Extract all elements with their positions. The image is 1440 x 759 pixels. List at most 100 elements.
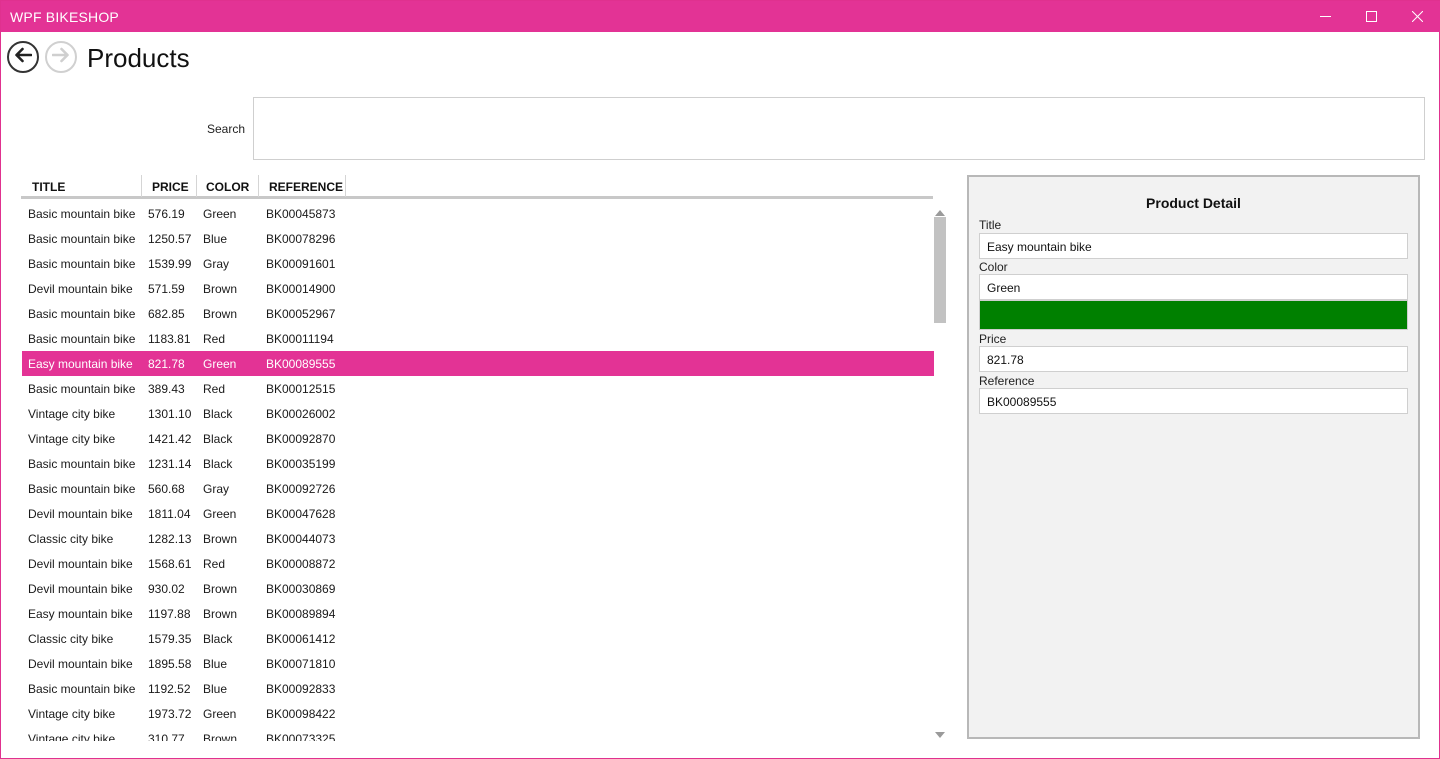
table-row[interactable]: Basic mountain bike 1231.14 Black BK0003519… xyxy=(22,451,934,476)
color-field[interactable]: Green xyxy=(979,274,1408,300)
cell-reference: BK00011194 xyxy=(266,332,334,346)
table-row[interactable]: Basic mountain bike 576.19 Green BK00045873 xyxy=(22,201,934,226)
cell-color: Brown xyxy=(203,282,238,296)
cell-reference: BK00047628 xyxy=(266,507,336,521)
list-header: TITLE PRICE COLOR REFERENCE xyxy=(21,175,933,199)
column-header-price[interactable]: PRICE xyxy=(142,175,197,197)
cell-title: Devil mountain bike xyxy=(28,282,133,296)
cell-title: Devil mountain bike xyxy=(28,582,133,596)
table-row[interactable]: Devil mountain bike 571.59 Brown BK00014900 xyxy=(22,276,934,301)
cell-color: Black xyxy=(203,457,233,471)
cell-price: 1192.52 xyxy=(148,682,191,696)
table-row[interactable]: Vintage city bike 310.77 Brown BK00073325 xyxy=(22,726,934,741)
column-header-label: PRICE xyxy=(152,180,189,194)
cell-color: Red xyxy=(203,382,226,396)
cell-price: 1301.10 xyxy=(148,407,192,421)
cell-reference: BK00061412 xyxy=(266,632,336,646)
cell-title: Vintage city bike xyxy=(28,407,116,421)
price-field[interactable]: 821.78 xyxy=(979,346,1408,372)
table-row[interactable]: Devil mountain bike 1568.61 Red BK00008872 xyxy=(22,551,934,576)
table-row[interactable]: Classic city bike 1282.13 Brown BK00044073 xyxy=(22,526,934,551)
table-row[interactable]: Vintage city bike 1421.42 Black BK00092870 xyxy=(22,426,934,451)
cell-price: 389.43 xyxy=(148,382,185,396)
table-row[interactable]: Easy mountain bike 821.78 Green BK00089555 xyxy=(22,351,934,376)
cell-reference: BK00089894 xyxy=(266,607,336,621)
list-scrollbar[interactable] xyxy=(932,201,948,741)
cell-reference: BK00073325 xyxy=(266,732,336,741)
column-header-title[interactable]: TITLE xyxy=(21,175,142,197)
table-row[interactable]: Basic mountain bike 1250.57 Blue BK00078296 xyxy=(22,226,934,251)
table-row[interactable]: Classic city bike 1579.35 Black BK00061412 xyxy=(22,626,934,651)
table-row[interactable]: Easy mountain bike 1197.88 Brown BK00089894 xyxy=(22,601,934,626)
table-row[interactable]: Basic mountain bike 682.85 Brown BK00052967 xyxy=(22,301,934,326)
column-header-label: COLOR xyxy=(206,180,250,194)
cell-title: Easy mountain bike xyxy=(28,607,133,621)
cell-price: 682.85 xyxy=(148,307,185,321)
cell-title: Devil mountain bike xyxy=(28,557,133,571)
column-header-color[interactable]: COLOR xyxy=(197,175,259,197)
table-row[interactable]: Devil mountain bike 930.02 Brown BK00030869 xyxy=(22,576,934,601)
cell-reference: BK00035199 xyxy=(266,457,336,471)
color-swatch xyxy=(979,300,1408,330)
cell-price: 1183.81 xyxy=(148,332,191,346)
close-button[interactable] xyxy=(1394,1,1440,32)
cell-title: Basic mountain bike xyxy=(28,482,136,496)
minimize-button[interactable] xyxy=(1302,1,1348,32)
table-rows: Basic mountain bike 576.19 Green BK00045873… xyxy=(22,201,934,741)
table-row[interactable]: Devil mountain bike 1895.58 Blue BK00071810 xyxy=(22,651,934,676)
cell-reference: BK00078296 xyxy=(266,232,336,246)
app-window: WPF BIKESHOP Products Search TITLE PRICE… xyxy=(0,0,1440,759)
cell-color: Green xyxy=(203,507,237,521)
cell-price: 1539.99 xyxy=(148,257,192,271)
title-field[interactable]: Easy mountain bike xyxy=(979,233,1408,259)
table-row[interactable]: Basic mountain bike 1539.99 Gray BK00091601 xyxy=(22,251,934,276)
cell-color: Green xyxy=(203,207,237,221)
title-bar[interactable]: WPF BIKESHOP xyxy=(1,1,1440,32)
maximize-icon xyxy=(1365,11,1377,22)
detail-heading: Product Detail xyxy=(1146,195,1241,211)
cell-title: Classic city bike xyxy=(28,532,114,546)
cell-title: Vintage city bike xyxy=(28,707,116,721)
cell-title: Vintage city bike xyxy=(28,732,116,741)
column-header-reference[interactable]: REFERENCE xyxy=(259,175,346,197)
scroll-down-icon[interactable] xyxy=(935,726,945,744)
table-row[interactable]: Basic mountain bike 389.43 Red BK00012515 xyxy=(22,376,934,401)
cell-title: Basic mountain bike xyxy=(28,682,136,696)
cell-reference: BK00026002 xyxy=(266,407,336,421)
minimize-icon xyxy=(1319,11,1331,22)
cell-price: 576.19 xyxy=(148,207,185,221)
table-row[interactable]: Basic mountain bike 560.68 Gray BK00092726 xyxy=(22,476,934,501)
cell-price: 1579.35 xyxy=(148,632,192,646)
search-input[interactable] xyxy=(253,97,1425,160)
table-row[interactable]: Vintage city bike 1301.10 Black BK00026002 xyxy=(22,401,934,426)
cell-price: 930.02 xyxy=(148,582,185,596)
cell-price: 1250.57 xyxy=(148,232,192,246)
table-row[interactable]: Vintage city bike 1973.72 Green BK00098422 xyxy=(22,701,934,726)
back-button[interactable] xyxy=(7,41,39,73)
reference-field[interactable]: BK00089555 xyxy=(979,388,1408,414)
cell-reference: BK00014900 xyxy=(266,282,336,296)
table-row[interactable]: Basic mountain bike 1192.52 Blue BK00092833 xyxy=(22,676,934,701)
column-header-label: REFERENCE xyxy=(269,180,344,194)
cell-title: Devil mountain bike xyxy=(28,507,133,521)
cell-price: 1282.13 xyxy=(148,532,192,546)
cell-reference: BK00045873 xyxy=(266,207,336,221)
cell-title: Devil mountain bike xyxy=(28,657,133,671)
cell-price: 1895.58 xyxy=(148,657,192,671)
cell-title: Basic mountain bike xyxy=(28,332,136,346)
scroll-thumb[interactable] xyxy=(934,217,946,323)
cell-price: 1973.72 xyxy=(148,707,192,721)
cell-color: Blue xyxy=(203,232,228,246)
cell-reference: BK00012515 xyxy=(266,382,336,396)
cell-color: Brown xyxy=(203,607,238,621)
cell-reference: BK00092726 xyxy=(266,482,336,496)
table-row[interactable]: Devil mountain bike 1811.04 Green BK0004762… xyxy=(22,501,934,526)
maximize-button[interactable] xyxy=(1348,1,1394,32)
cell-color: Red xyxy=(203,557,226,571)
forward-button[interactable] xyxy=(45,41,77,73)
table-row[interactable]: Basic mountain bike 1183.81 Red BK00011194 xyxy=(22,326,934,351)
app-title: WPF BIKESHOP xyxy=(10,9,119,25)
cell-title: Classic city bike xyxy=(28,632,114,646)
title-label: Title xyxy=(979,218,1002,232)
cell-title: Basic mountain bike xyxy=(28,257,136,271)
